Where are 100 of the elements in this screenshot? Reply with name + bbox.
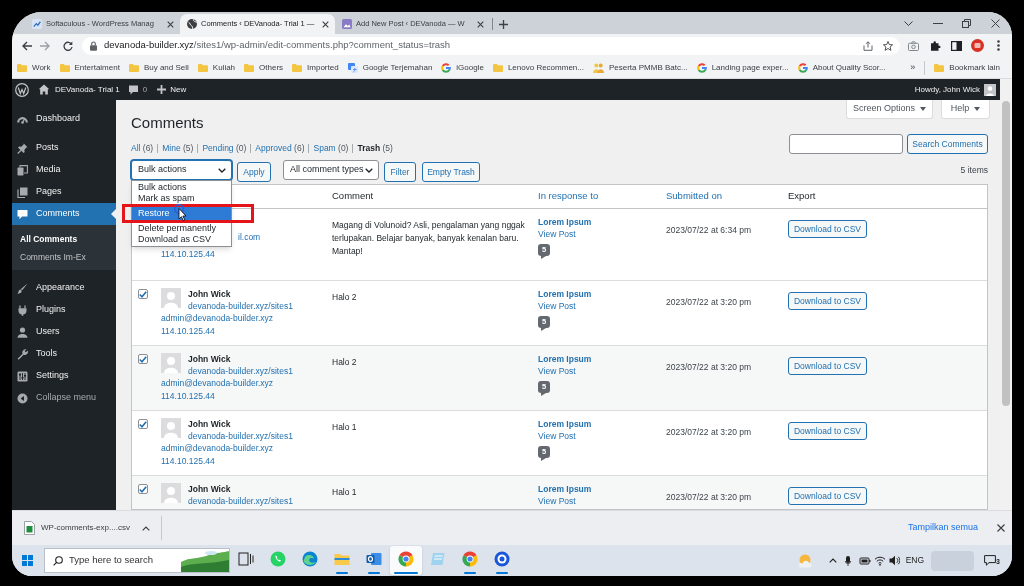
download-csv-button[interactable]: Download to CSV [788,422,867,441]
bulk-actions-select[interactable]: Bulk actions [131,160,232,180]
logo-icon[interactable] [15,82,29,97]
view-post-link[interactable]: View Post [538,495,576,507]
dropdown-option[interactable]: Restore [132,207,231,220]
lock-icon[interactable] [90,40,97,51]
row-checkbox[interactable] [138,354,148,364]
dropdown-option[interactable]: Mark as spam [132,193,231,204]
address-bar[interactable]: devanoda-builder.xyz/sites1/wp-admin/edit-comments.php?comment_status=trash [82,36,900,55]
taskbar-app[interactable] [390,546,422,575]
post-link[interactable]: Lorem Ipsum [538,418,592,430]
close-icon[interactable] [991,18,1000,28]
close-icon[interactable] [167,20,174,28]
column-header[interactable]: In response to [538,189,599,204]
reload-icon[interactable] [63,40,73,51]
filter-link[interactable]: Pending (0) [202,142,247,154]
download-csv-button[interactable]: Download to CSV [788,292,867,311]
site-name-link[interactable]: DEVanoda- Trial 1 [38,83,120,96]
comments-link[interactable]: 0 [127,83,148,96]
bookmark[interactable]: Imported [292,61,339,74]
bookmark[interactable]: Lenovo Recommen... [492,61,584,74]
share-icon[interactable] [863,40,873,51]
submenu-item[interactable]: Comments Im-Ex [12,250,116,264]
post-link[interactable]: Lorem Ipsum [538,483,592,495]
sidebar-item[interactable]: Tools [12,343,116,365]
author-ip[interactable]: 114.10.125.44 [161,455,215,468]
author-url[interactable]: devanoda-builder.xyz/sites1 [188,300,293,312]
view-post-link[interactable]: View Post [538,430,576,442]
filter-link[interactable]: All (6) [131,142,154,154]
comment-type-select[interactable]: All comment types [283,160,379,180]
search-field[interactable] [789,134,903,154]
chevron-up-icon[interactable] [828,558,837,563]
post-link[interactable]: Lorem Ipsum [538,353,592,365]
close-icon[interactable] [322,20,329,28]
bookmark[interactable]: Bookmark lain [934,61,1000,74]
dropdown-option[interactable]: Download as CSV [132,234,231,245]
download-csv-button[interactable]: Download to CSV [788,487,867,506]
battery-icon[interactable] [858,556,871,565]
sidebar-item[interactable]: Appearance [12,277,116,299]
sidebar-item[interactable]: Dashboard [12,108,116,130]
screen-options-button[interactable]: Screen Options [846,100,933,119]
bookmark[interactable]: About Quality Scor... [797,61,886,74]
bookmark[interactable]: Others [244,61,284,74]
help-button[interactable]: Help [941,100,990,119]
author-ip[interactable]: 114.10.125.44 [161,390,215,403]
row-checkbox[interactable] [138,289,148,299]
bookmark[interactable]: Entertaiment [59,61,120,74]
view-post-link[interactable]: View Post [538,228,576,240]
dropdown-option[interactable]: Bulk actions [132,182,231,193]
author-email[interactable]: il.com [238,231,261,244]
post-link[interactable]: Lorem Ipsum [538,216,592,228]
author-email[interactable]: admin@devanoda-builder.xyz [161,312,274,325]
author-url[interactable]: devanoda-builder.xyz/sites1 [188,495,293,507]
speaker-icon[interactable] [888,555,900,566]
bookmark[interactable]: Landing page exper... [696,61,789,74]
dropdown-option[interactable]: Delete permanently [132,223,231,234]
sidebar-item[interactable]: Users [12,321,116,343]
menu-dots-icon[interactable] [997,40,1000,51]
chevron-up-icon[interactable] [141,525,150,531]
close-icon[interactable] [997,524,1005,532]
close-icon[interactable] [477,20,484,28]
notification-icon[interactable] [984,555,997,566]
filter-link[interactable]: Approved (6) [255,142,305,154]
account-link[interactable]: Howdy, John Wick [914,83,996,96]
filter-link[interactable]: Mine (5) [162,142,194,154]
post-link[interactable]: Lorem Ipsum [538,288,592,300]
camera-icon[interactable] [908,40,919,51]
microphone-icon[interactable] [844,555,851,566]
side-panel-icon[interactable] [951,40,962,51]
download-csv-button[interactable]: Download to CSV [788,357,867,376]
bookmark[interactable]: Buy and Sell [128,61,189,74]
sidebar-item[interactable]: Settings [12,365,116,387]
puzzle-icon[interactable] [930,40,941,51]
row-checkbox[interactable] [138,484,148,494]
filter-button[interactable]: Filter [384,162,416,183]
apply-button[interactable]: Apply [237,162,271,183]
sidebar-item[interactable]: Posts [12,137,116,159]
bookmark[interactable]: Work [17,61,51,74]
filter-link[interactable]: Trash (5) [357,142,393,154]
back-icon[interactable] [22,40,32,51]
star-icon[interactable] [883,40,893,51]
search-comments-button[interactable]: Search Comments [907,134,988,154]
filter-link[interactable]: Spam (0) [313,142,349,154]
bookmark[interactable]: iGoogle [441,61,484,74]
bookmark[interactable]: Peserta PMMB Batc... [592,61,688,74]
scrollbar-thumb[interactable] [1002,101,1010,406]
new-content-link[interactable]: New [157,83,187,96]
bookmark[interactable]: Kuliah [197,61,236,74]
sidebar-item[interactable]: Pages [12,181,116,203]
author-email[interactable]: admin@devanoda-builder.xyz [161,442,274,455]
downloaded-file[interactable]: WP-comments-exp....csv [24,521,130,535]
sidebar-item[interactable]: Collapse menu [12,387,116,409]
windows-logo-icon[interactable] [22,555,33,566]
sidebar-item[interactable]: Plugins [12,299,116,321]
sidebar-item[interactable]: Media [12,159,116,181]
profile-icon[interactable] [971,39,984,52]
submenu-item[interactable]: All Comments [12,232,116,246]
taskbar-search-field[interactable]: Type here to search [44,548,230,573]
sidebar-item[interactable]: Comments [12,203,116,225]
author-ip[interactable]: 114.10.125.44 [161,248,215,261]
